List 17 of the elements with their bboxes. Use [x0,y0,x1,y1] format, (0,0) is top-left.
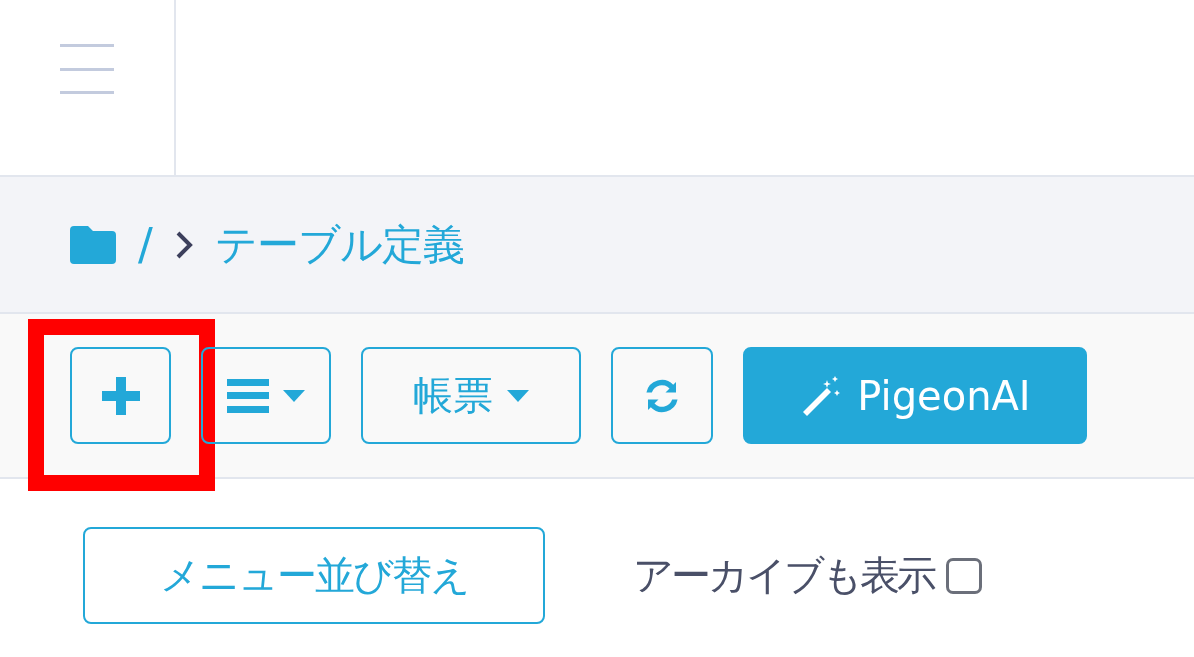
menu-icon[interactable] [60,44,114,94]
report-dropdown[interactable]: 帳票 [361,347,581,444]
pigeonai-button[interactable]: PigeonAI [743,347,1087,444]
caret-icon [283,389,305,402]
archive-label: アーカイブも表示 [633,551,934,600]
archive-checkbox[interactable] [946,557,982,594]
menu-button[interactable] [201,347,331,444]
breadcrumb-current[interactable]: テーブル定義 [214,216,464,273]
chevron-right-icon [174,230,193,259]
menu-icon [227,378,269,413]
breadcrumb-separator: / [138,219,153,270]
refresh-button[interactable] [611,347,713,444]
add-button[interactable] [70,347,171,444]
plus-icon [101,376,140,415]
caret-icon [507,389,529,402]
menu-sort-button[interactable]: メニュー並び替え [83,527,545,624]
folder-icon[interactable] [70,225,116,264]
